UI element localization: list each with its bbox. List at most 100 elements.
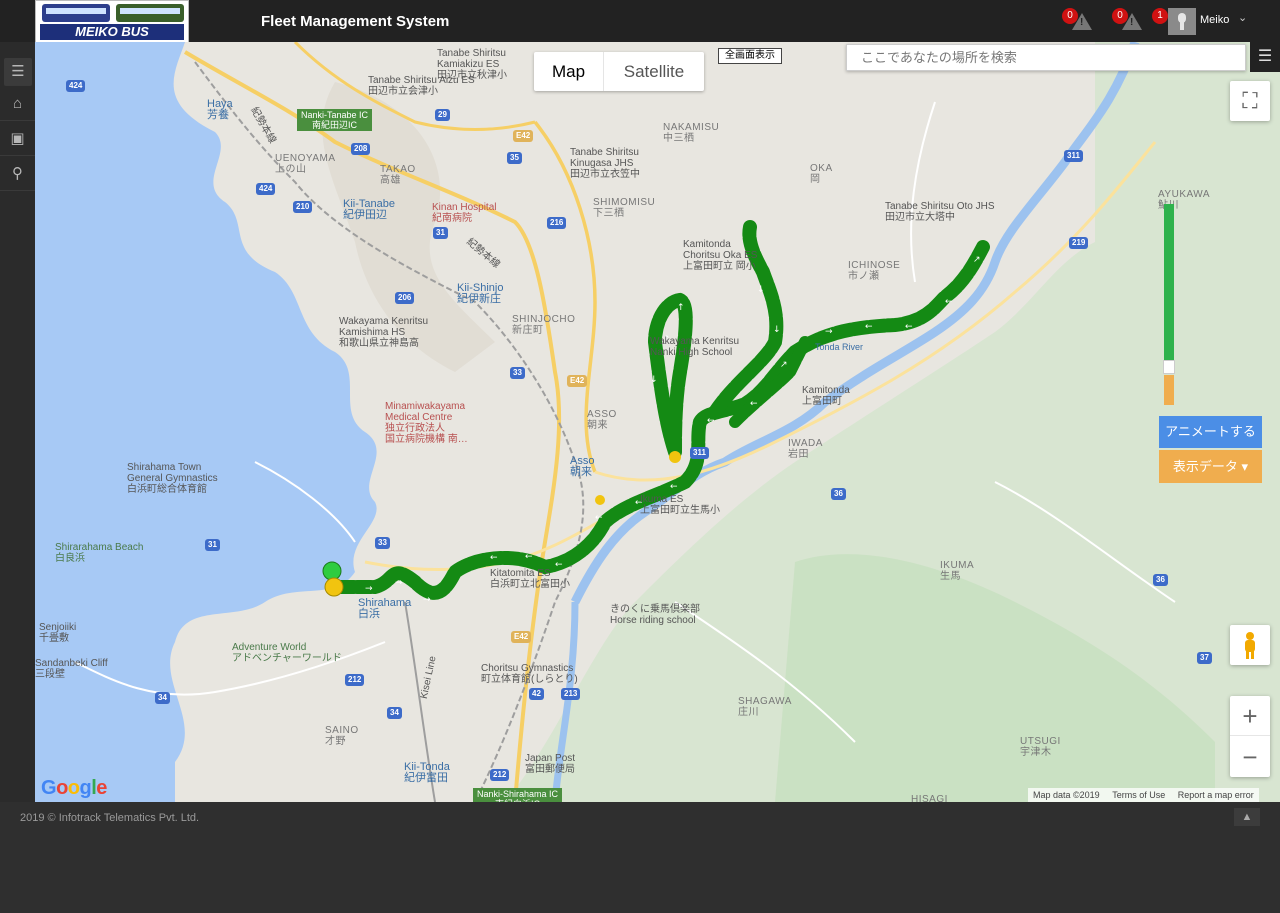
alert-count-badge: 0: [1062, 8, 1078, 24]
route-shield: 34: [387, 707, 402, 719]
playback-slider[interactable]: [1163, 204, 1175, 405]
route-shield: E42: [513, 130, 534, 142]
tab-map[interactable]: Map: [534, 52, 604, 91]
app-title: Fleet Management System: [261, 13, 450, 30]
svg-text:←: ←: [595, 513, 603, 523]
animate-button[interactable]: アニメートする: [1159, 416, 1262, 448]
slider-track-played: [1164, 204, 1174, 360]
fullscreen-text-button[interactable]: 全画面表示: [718, 48, 782, 64]
map-label: SHIMOMISU 下三栖: [593, 197, 656, 219]
map-label: Kinan Hospital 紀南病院: [432, 202, 497, 224]
map-label: Nanki-Tanabe IC 南紀田辺IC: [297, 109, 373, 131]
svg-text:←: ←: [750, 399, 758, 409]
sidebar-item-home[interactable]: ⌂: [0, 87, 35, 121]
report-map-error-link[interactable]: Report a map error: [1173, 790, 1259, 800]
map-label: Kii-Shinjo 紀伊新庄: [457, 282, 504, 305]
route-shield: 213: [561, 688, 581, 700]
route-shield: 311: [690, 447, 709, 459]
menu-icon[interactable]: ☰: [4, 58, 32, 86]
company-logo[interactable]: MEIKO BUS: [35, 0, 189, 44]
map-label: Kamitonda 上富田町: [802, 385, 850, 407]
map-label: Kii-Tonda 紀伊富田: [404, 761, 450, 784]
tab-satellite[interactable]: Satellite: [604, 52, 704, 91]
svg-text:←: ←: [525, 552, 533, 562]
route-shield: 216: [547, 217, 567, 229]
map-base-layer: →→→ ← ←← ←←← ←←↗ → ← ← ←↗ ↓↑↑ ↓↓: [35, 42, 1280, 802]
svg-text:→: →: [423, 595, 431, 605]
notification-count-badge: 1: [1152, 8, 1168, 24]
zoom-in-button[interactable]: +: [1230, 696, 1270, 736]
user-name: Meiko: [1200, 14, 1230, 26]
map-label: Tanabe Shiritsu Oto JHS 田辺市立大塔中: [885, 201, 995, 223]
map-label: Haya 芳養: [207, 98, 233, 121]
fullscreen-icon: ⛶: [1242, 88, 1258, 113]
alert-button[interactable]: 0: [1112, 8, 1144, 34]
map-label: Nanki-Shirahama IC南紀白浜IC: [473, 788, 563, 802]
google-logo: Google: [41, 777, 107, 799]
location-search-input[interactable]: ここであなたの場所を検索: [846, 44, 1246, 71]
bus-logo-image: [116, 4, 184, 22]
map-label: Wakayama Kenritsu Kamishima HS 和歌山県立神島高: [339, 316, 429, 349]
map-label: Minamiwakayama Medical Centre 独立行政法人 国立病院機構…: [385, 401, 468, 445]
pegman-icon: [1245, 632, 1255, 659]
svg-text:←: ←: [945, 297, 953, 307]
route-shield: E42: [511, 631, 532, 643]
map-label: SHINJOCHO 新庄町: [512, 314, 576, 336]
fullscreen-button[interactable]: ⛶: [1230, 81, 1270, 121]
route-shield: 33: [375, 537, 390, 549]
map-label: Adventure World アドベンチャーワールド: [232, 642, 342, 664]
svg-text:←: ←: [490, 553, 498, 563]
map-data-credit: Map data ©2019: [1033, 790, 1100, 800]
map-label: Tanabe Shiritsu Aizu ES 田辺市立会津小: [368, 75, 475, 97]
route-shield: 212: [490, 769, 510, 781]
scroll-to-top-button[interactable]: ▲: [1234, 808, 1260, 826]
map-label: HISAGI: [911, 794, 948, 802]
map-label: ICHINOSE 市ノ瀬: [848, 260, 901, 282]
panel-menu-button[interactable]: ☰: [1250, 42, 1280, 72]
svg-text:→: →: [365, 584, 373, 594]
map-type-control: Map Satellite: [534, 52, 704, 91]
map-label: NAKAMISU 中三栖: [663, 122, 720, 144]
map-label: Sandanbeki Cliff 三段壁: [35, 658, 108, 680]
map-label: UENOYAMA 上の山: [275, 153, 336, 175]
map-canvas[interactable]: → → → ← ← ← ← ← ← ← ← ↗ → ← ← ← ↗ ↓ ↑ ↑ ↓ ↓ Tanabe Shi…: [35, 42, 1280, 802]
svg-text:←: ←: [865, 322, 873, 332]
map-label: Wakayama Kenritsu Nanki High School: [650, 336, 740, 358]
map-label: Choritsu Gymnastics 町立体育館(しらとり): [481, 663, 578, 685]
map-attribution: Map data ©2019 Terms of Use Report a map…: [1028, 788, 1259, 802]
sidebar-item-locations[interactable]: ⚲: [0, 157, 35, 191]
svg-text:←: ←: [707, 416, 715, 426]
display-data-button[interactable]: 表示データ ▾: [1159, 450, 1262, 483]
zoom-control: + −: [1230, 696, 1270, 777]
sidebar-item-vehicles[interactable]: ▣: [0, 122, 35, 156]
map-label: Kamitonda Choritsu Oka ES 上富田町立 岡小: [683, 239, 758, 272]
route-shield: 424: [66, 80, 86, 92]
street-view-button[interactable]: [1230, 625, 1270, 665]
map-label: Ikuma ES 上富田町立生馬小: [640, 494, 720, 516]
route-shield: 208: [351, 143, 371, 155]
bus-logo-image: [42, 4, 110, 22]
route-shield: 29: [435, 109, 450, 121]
map-label: IKUMA 生馬: [940, 560, 975, 582]
route-shield: 210: [293, 201, 313, 213]
alert-button[interactable]: 0: [1062, 8, 1094, 34]
map-label: SAINO 才野: [325, 725, 359, 747]
zoom-out-button[interactable]: −: [1230, 737, 1270, 777]
map-label: Shirahama 白浜: [358, 597, 412, 620]
svg-text:→: →: [395, 578, 403, 588]
route-shield: 33: [510, 367, 525, 379]
terms-of-use-link[interactable]: Terms of Use: [1107, 790, 1170, 800]
route-shield: 424: [256, 183, 276, 195]
slider-handle[interactable]: [1163, 360, 1175, 374]
route-shield: 37: [1197, 652, 1212, 664]
map-label: Shirahama Town General Gymnastics 白浜町総合体育館: [127, 462, 218, 495]
chevron-down-icon: ⌄: [1238, 12, 1248, 24]
map-label: Japan Post 富田郵便局: [525, 753, 576, 775]
route-shield: 219: [1069, 237, 1089, 249]
bus-icon: ▣: [10, 130, 25, 147]
route-shield: 212: [345, 674, 365, 686]
footer: 2019 © Infotrack Telematics Pvt. Ltd. ▲: [0, 802, 1280, 913]
route-shield: 206: [395, 292, 415, 304]
map-label: IWADA 岩田: [788, 438, 823, 460]
map-label: Kitatomita ES 白浜町立北富田小: [490, 568, 570, 590]
